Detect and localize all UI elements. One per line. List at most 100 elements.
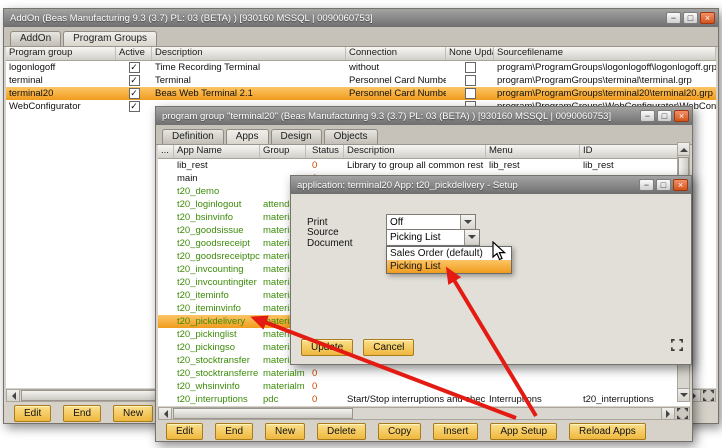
scroll-left-icon[interactable]	[7, 390, 20, 401]
column-header-program-group[interactable]: Program group	[6, 47, 116, 60]
source-document-value: Picking List	[387, 232, 464, 243]
setup-titlebar[interactable]: application: terminal20 App: t20_pickdel…	[291, 176, 691, 194]
cell-menu	[486, 367, 580, 380]
column-header-description[interactable]: Description	[152, 47, 346, 60]
table-row[interactable]: terminal20✓Beas Web Terminal 2.1Personne…	[6, 87, 716, 100]
table-row[interactable]: logonlogoff✓Time Recording Terminalwitho…	[6, 61, 716, 74]
unchecked-checkbox-icon[interactable]	[465, 62, 476, 73]
group-titlebar[interactable]: program group "terminal20" (Beas Manufac…	[156, 107, 692, 125]
cancel-button[interactable]: Cancel	[363, 339, 414, 356]
column-header-active[interactable]: Active	[116, 47, 152, 60]
checked-checkbox-icon[interactable]: ✓	[129, 75, 140, 86]
cell-name: t20_pickinglist	[174, 328, 260, 341]
scroll-right-icon[interactable]	[661, 408, 674, 419]
cell-desc: Time Recording Terminal	[152, 61, 346, 74]
column-header-status[interactable]: Status	[306, 145, 344, 158]
cell-desc: Start/Stop interruptions and check their…	[344, 393, 486, 406]
end-button[interactable]: End	[63, 405, 101, 422]
main-titlebar[interactable]: AddOn (Beas Manufacturing 9.3 (3.7) PL: …	[4, 9, 718, 27]
cell-name: t20_stocktransfer	[174, 354, 260, 367]
apps-horizontal-scrollbar[interactable]	[158, 407, 690, 420]
cell-noupd	[446, 87, 494, 100]
unchecked-checkbox-icon[interactable]	[465, 75, 476, 86]
cell-src: program\ProgramGroups\terminal20\termina…	[494, 87, 716, 100]
reload-apps-button[interactable]: Reload Apps	[569, 423, 646, 440]
checked-checkbox-icon[interactable]: ✓	[129, 88, 140, 99]
insert-button[interactable]: Insert	[433, 423, 478, 440]
resize-grip-icon[interactable]	[700, 390, 715, 401]
tab-definition[interactable]: Definition	[162, 129, 224, 144]
column-header-sourcefilename[interactable]: Sourcefilename	[494, 47, 716, 60]
checked-checkbox-icon[interactable]: ✓	[129, 101, 140, 112]
new-button[interactable]: New	[265, 423, 305, 440]
table-row[interactable]: lib_rest0Library to group all common res…	[158, 159, 690, 172]
resize-grip-icon[interactable]	[674, 408, 689, 419]
app-setup-button[interactable]: App Setup	[490, 423, 557, 440]
maximize-icon[interactable]: □	[657, 110, 672, 122]
column-header-app-name[interactable]: App Name	[174, 145, 260, 158]
cell-name: t20_goodsreceiptpc	[174, 250, 260, 263]
chevron-down-icon[interactable]	[460, 215, 475, 230]
maximize-icon[interactable]: □	[656, 179, 671, 191]
minimize-icon[interactable]: −	[640, 110, 655, 122]
cell-name: t20_invcounting	[174, 263, 260, 276]
edit-button[interactable]: Edit	[14, 405, 51, 422]
cell-status: 0	[306, 393, 344, 406]
update-button[interactable]: Update	[301, 339, 353, 356]
cell-status: 0	[306, 367, 344, 380]
cell-pg: WebConfigurator	[6, 100, 116, 113]
column-header-none-update[interactable]: None Update	[446, 47, 494, 60]
column-header-connection[interactable]: Connection	[346, 47, 446, 60]
table-row[interactable]: t20_whsinvinfomaterialm0	[158, 380, 690, 393]
copy-button[interactable]: Copy	[378, 423, 421, 440]
cell-menu	[486, 380, 580, 393]
end-button[interactable]: End	[215, 423, 253, 440]
cell-name: t20_goodsissue	[174, 224, 260, 237]
close-icon[interactable]: ×	[674, 110, 689, 122]
cell-name: t20_loginlogout	[174, 198, 260, 211]
cell-conn: Personnel Card Number	[346, 87, 446, 100]
unchecked-checkbox-icon[interactable]	[465, 88, 476, 99]
scroll-up-icon[interactable]	[678, 143, 689, 156]
source-document-select[interactable]: Picking List	[386, 229, 480, 246]
scroll-left-icon[interactable]	[159, 408, 172, 419]
cell-sel	[158, 341, 174, 354]
tab-objects[interactable]: Objects	[324, 129, 378, 144]
close-icon[interactable]: ×	[673, 179, 688, 191]
column-header-id[interactable]: ID	[580, 145, 690, 158]
dropdown-option-picking-list[interactable]: Picking List	[387, 260, 511, 273]
delete-button[interactable]: Delete	[317, 423, 366, 440]
cell-name: t20_iteminvinfo	[174, 302, 260, 315]
apps-buttonbar: Edit End New Delete Copy Insert App Setu…	[156, 421, 692, 441]
cell-sel	[158, 211, 174, 224]
cell-status: 0	[306, 380, 344, 393]
cell-sel	[158, 276, 174, 289]
edit-button[interactable]: Edit	[166, 423, 203, 440]
cell-name: main	[174, 172, 260, 185]
chevron-down-icon[interactable]	[464, 230, 479, 245]
minimize-icon[interactable]: −	[639, 179, 654, 191]
tab-design[interactable]: Design	[271, 129, 322, 144]
cell-group: pdc	[260, 393, 306, 406]
checked-checkbox-icon[interactable]: ✓	[129, 62, 140, 73]
column-header-group[interactable]: Group	[260, 145, 306, 158]
scroll-track[interactable]	[172, 408, 661, 419]
column-header-selector[interactable]: ...	[158, 145, 174, 158]
tab-apps[interactable]: Apps	[226, 129, 269, 144]
minimize-icon[interactable]: −	[666, 12, 681, 24]
close-icon[interactable]: ×	[700, 12, 715, 24]
window-controls: − □ ×	[639, 179, 688, 191]
column-header-menu[interactable]: Menu	[486, 145, 580, 158]
scroll-thumb[interactable]	[173, 408, 353, 419]
new-button[interactable]: New	[113, 405, 153, 422]
table-row[interactable]: t20_interruptionspdc0Start/Stop interrup…	[158, 393, 690, 406]
tab-addon[interactable]: AddOn	[10, 31, 61, 46]
table-row[interactable]: terminal✓TerminalPersonnel Card Numberpr…	[6, 74, 716, 87]
maximize-icon[interactable]: □	[683, 12, 698, 24]
scroll-down-icon[interactable]	[678, 388, 689, 401]
resize-grip-icon[interactable]	[671, 338, 683, 356]
dropdown-option-sales-order[interactable]: Sales Order (default)	[387, 247, 511, 260]
column-header-description[interactable]: Description	[344, 145, 486, 158]
table-row[interactable]: t20_stocktransferrematerialm0	[158, 367, 690, 380]
tab-program-groups[interactable]: Program Groups	[63, 31, 157, 46]
